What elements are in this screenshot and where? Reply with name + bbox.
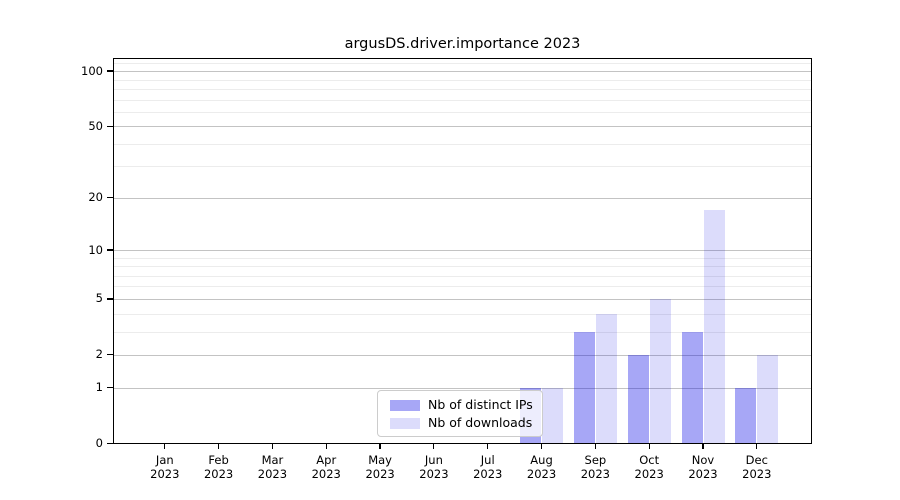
bar-distinct-ips-nov xyxy=(682,332,703,444)
y-tick-label: 0 xyxy=(55,436,103,451)
legend-label: Nb of downloads xyxy=(428,415,532,431)
bar-downloads-aug xyxy=(542,388,563,444)
x-tick-year: 2023 xyxy=(460,467,516,481)
x-tick-year: 2023 xyxy=(729,467,785,481)
x-tick-mark xyxy=(326,444,327,449)
bar-distinct-ips-sep xyxy=(574,332,595,444)
x-tick-month: Jun xyxy=(406,453,462,467)
legend-item-distinct-ips: Nb of distinct IPs xyxy=(378,396,542,414)
y-tick-mark xyxy=(107,126,113,127)
spine-right xyxy=(811,58,812,444)
x-tick-mark xyxy=(541,444,542,449)
x-tick-month: Sep xyxy=(567,453,623,467)
y-tick-label: 1 xyxy=(55,380,103,395)
legend-swatch-distinct-ips xyxy=(390,400,420,411)
y-tick-mark xyxy=(107,197,113,198)
x-tick-label: Oct2023 xyxy=(621,453,677,481)
y-tick-mark xyxy=(107,387,113,388)
x-tick-mark xyxy=(702,444,703,449)
x-tick-month: May xyxy=(352,453,408,467)
legend-swatch-downloads xyxy=(390,418,420,429)
bar-downloads-oct xyxy=(650,299,671,444)
x-tick-month: Mar xyxy=(244,453,300,467)
legend: Nb of distinct IPs Nb of downloads xyxy=(377,390,543,437)
x-tick-year: 2023 xyxy=(675,467,731,481)
x-tick-mark xyxy=(218,444,219,449)
x-tick-month: Jan xyxy=(137,453,193,467)
bar-downloads-nov xyxy=(704,210,725,443)
y-tick-label: 5 xyxy=(55,291,103,306)
gridline-minor xyxy=(114,100,811,101)
x-tick-month: Aug xyxy=(514,453,570,467)
x-tick-label: Mar2023 xyxy=(244,453,300,481)
y-tick-mark xyxy=(107,249,113,250)
y-tick-mark xyxy=(107,70,113,71)
x-tick-mark xyxy=(164,444,165,449)
y-tick-mark xyxy=(107,354,113,355)
y-tick-label: 2 xyxy=(55,347,103,362)
gridline-major xyxy=(114,71,811,72)
y-tick-label: 10 xyxy=(55,243,103,258)
x-tick-month: Apr xyxy=(298,453,354,467)
x-tick-year: 2023 xyxy=(191,467,247,481)
y-tick-label: 50 xyxy=(55,119,103,134)
chart-title: argusDS.driver.importance 2023 xyxy=(114,35,811,55)
x-tick-label: Nov2023 xyxy=(675,453,731,481)
x-tick-label: Jan2023 xyxy=(137,453,193,481)
x-tick-month: Feb xyxy=(191,453,247,467)
x-tick-mark xyxy=(433,444,434,449)
x-tick-label: May2023 xyxy=(352,453,408,481)
x-tick-mark xyxy=(272,444,273,449)
spine-left xyxy=(113,58,114,444)
gridline-minor xyxy=(114,112,811,113)
y-tick-label: 100 xyxy=(55,64,103,79)
x-tick-year: 2023 xyxy=(621,467,677,481)
x-tick-label: Jun2023 xyxy=(406,453,462,481)
gridline-minor xyxy=(114,89,811,90)
x-tick-year: 2023 xyxy=(567,467,623,481)
x-tick-mark xyxy=(487,444,488,449)
x-tick-month: Jul xyxy=(460,453,516,467)
gridline-major xyxy=(114,126,811,127)
gridline-minor xyxy=(114,80,811,81)
y-tick-label: 20 xyxy=(55,190,103,205)
x-tick-mark xyxy=(379,444,380,449)
x-tick-year: 2023 xyxy=(298,467,354,481)
gridline-minor xyxy=(114,166,811,167)
chart-figure: argusDS.driver.importance 2023 Nb of dis… xyxy=(0,0,900,500)
x-tick-label: Dec2023 xyxy=(729,453,785,481)
x-tick-label: Feb2023 xyxy=(191,453,247,481)
y-tick-mark xyxy=(107,443,113,444)
x-tick-label: Apr2023 xyxy=(298,453,354,481)
x-tick-year: 2023 xyxy=(352,467,408,481)
x-tick-month: Oct xyxy=(621,453,677,467)
x-tick-year: 2023 xyxy=(244,467,300,481)
x-tick-month: Nov xyxy=(675,453,731,467)
x-tick-mark xyxy=(649,444,650,449)
bar-distinct-ips-oct xyxy=(628,355,649,444)
spine-top xyxy=(114,58,811,59)
x-tick-year: 2023 xyxy=(406,467,462,481)
plot-area xyxy=(114,59,811,444)
gridline-minor xyxy=(114,144,811,145)
bar-downloads-sep xyxy=(596,314,617,444)
bar-downloads-dec xyxy=(757,355,778,444)
x-tick-year: 2023 xyxy=(137,467,193,481)
gridline-minor xyxy=(114,63,811,64)
gridline-major xyxy=(114,198,811,199)
x-tick-mark xyxy=(595,444,596,449)
legend-label: Nb of distinct IPs xyxy=(428,397,533,413)
x-tick-label: Jul2023 xyxy=(460,453,516,481)
x-tick-mark xyxy=(756,444,757,449)
x-tick-year: 2023 xyxy=(514,467,570,481)
bar-distinct-ips-dec xyxy=(735,388,756,444)
y-tick-mark xyxy=(107,298,113,299)
x-tick-label: Sep2023 xyxy=(567,453,623,481)
x-tick-label: Aug2023 xyxy=(514,453,570,481)
x-tick-month: Dec xyxy=(729,453,785,467)
legend-item-downloads: Nb of downloads xyxy=(378,414,542,432)
